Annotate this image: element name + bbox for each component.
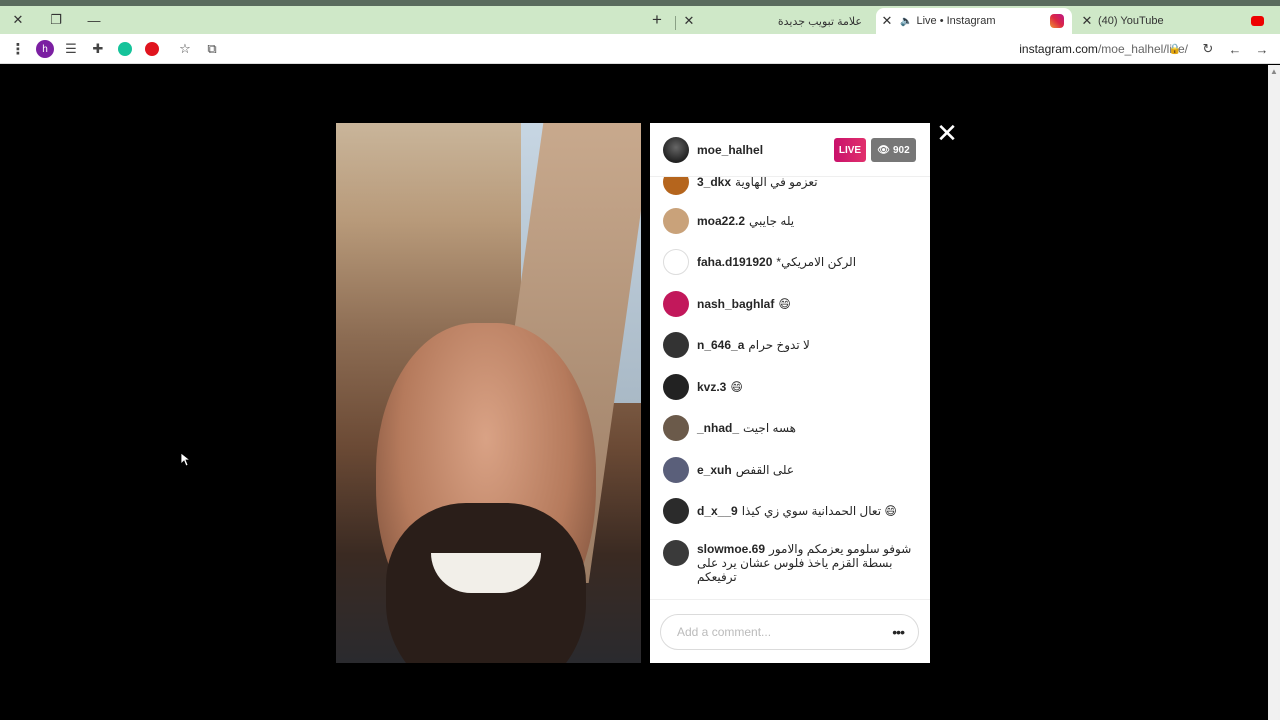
comment-message: تعال الحمدانية سوي زي كيذا 😄 [741,504,897,518]
comment-message: 😄 [730,380,743,394]
tab-bar: ✕ ❐ — + ✕ علامة تبويب جديدة ✕ 🔈 Live • I… [0,6,1280,34]
mouse-cursor-icon [181,453,191,467]
comment-message: هسه اجيت [743,421,796,435]
comment-text: n_646_a لا تدوخ حرام [697,338,912,352]
tab-instagram-live[interactable]: ✕ 🔈 Live • Instagram [876,8,1072,34]
comment-text: nash_baghlaf 😄 [697,297,912,311]
tab-title: (40) YouTube [1098,15,1164,27]
comment-text: kvz.3 😄 [697,380,912,394]
back-arrow-icon[interactable]: ← [1225,39,1245,59]
live-video[interactable] [336,123,641,663]
live-header: moe_halhel LIVE 👁 902 [650,123,930,177]
comment-username[interactable]: e_xuh [697,463,732,477]
tab-title: علامة تبويب جديدة [777,15,862,28]
comment-message: *الركن الامريكي [776,255,857,269]
comment-username[interactable]: d_x__9 [697,504,738,518]
profile-avatar-icon[interactable]: h [35,39,55,59]
comment-text: e_xuh على القفص [697,463,912,477]
host-username[interactable]: moe_halhel [697,143,763,157]
tab-separator [675,16,676,30]
forward-arrow-icon[interactable]: → [1252,39,1272,59]
host-avatar[interactable] [663,137,689,163]
page-scrollbar[interactable]: ▲ [1268,65,1280,720]
close-live-icon[interactable]: ✕ [936,120,958,146]
url-host: instagram.com [1019,42,1098,56]
lock-icon[interactable]: 🔒 [1165,39,1185,59]
bookmark-star-icon[interactable]: ☆ [175,39,195,59]
comment-message: يله جايبي [749,214,795,228]
commenter-avatar[interactable] [663,415,689,441]
opera-adblock-icon[interactable] [142,39,162,59]
comment-username[interactable]: slowmoe.69 [697,542,765,556]
comment-username[interactable]: faha.d191920 [697,255,772,269]
comment-username[interactable]: n_646_a [697,338,744,352]
comment-username[interactable]: nash_baghlaf [697,297,774,311]
media-controls-icon[interactable]: ☰ [61,39,81,59]
comment-message: 😄 [778,297,791,311]
comment-text: moa22.2 يله جايبي [697,214,912,228]
comment-username[interactable]: 3_dkx [697,177,731,189]
eye-icon: 👁 [877,144,890,156]
close-window-icon[interactable]: ✕ [0,6,36,34]
more-options-icon[interactable]: ••• [892,624,905,640]
translate-icon[interactable]: ⧉ [202,39,222,59]
comment-composer: ••• [650,599,930,663]
viewer-count-badge: 👁 902 [871,138,916,162]
extensions-icon[interactable]: ✚ [88,39,108,59]
instagram-favicon-icon [1050,14,1064,28]
comment-text: slowmoe.69 شوفو سلومو يعزمكم والامور بسطة… [697,542,912,584]
comment-username[interactable]: _nhad_ [697,421,739,435]
tab-close-icon[interactable]: ✕ [682,13,696,29]
minimize-window-icon[interactable]: — [76,6,112,34]
comment-message: على القفص [735,463,794,477]
comment-username[interactable]: kvz.3 [697,380,726,394]
viewer-count: 902 [893,144,910,156]
commenter-avatar[interactable] [663,177,689,195]
comment-text: d_x__9 تعال الحمدانية سوي زي كيذا 😄 [697,504,912,518]
restore-window-icon[interactable]: ❐ [38,6,74,34]
address-bar[interactable]: instagram.com/moe_halhel/live/ [1019,42,1188,56]
comment-username[interactable]: moa22.2 [697,214,745,228]
comment-box: ••• [660,614,919,650]
tab-close-icon[interactable]: ✕ [1080,13,1094,29]
new-tab-button[interactable]: + [648,11,666,30]
commenter-avatar[interactable] [663,540,689,566]
commenter-avatar[interactable] [663,249,689,275]
comment-list[interactable]: 3_dkx تعزمو في الهاوية moa22.2 يله جايبي f… [650,177,930,601]
comment-text: 3_dkx تعزمو في الهاوية [697,177,912,189]
commenter-avatar[interactable] [663,498,689,524]
commenter-avatar[interactable] [663,208,689,234]
tab-new-tab[interactable]: ✕ علامة تبويب جديدة [680,8,872,34]
tab-title: Live • Instagram [916,15,996,27]
tab-close-icon[interactable]: ✕ [880,13,894,29]
speaker-icon: 🔈 [900,15,913,27]
comment-text: faha.d191920 *الركن الامريكي [697,255,912,269]
commenter-avatar[interactable] [663,332,689,358]
commenter-avatar[interactable] [663,374,689,400]
browser-toolbar: ⋮ h ☰ ✚ ☆ ⧉ instagram.com/moe_halhel/liv… [0,34,1280,64]
comment-message: تعزمو في الهاوية [735,177,818,189]
comment-text: _nhad_ هسه اجيت [697,421,912,435]
grammarly-icon[interactable] [115,39,135,59]
comment-message: لا تدوخ حرام [748,338,810,352]
menu-kebab-icon[interactable]: ⋮ [8,39,28,59]
tab-youtube[interactable]: ✕ (40) YouTube [1078,8,1268,34]
reload-icon[interactable]: ↻ [1198,39,1218,59]
commenter-avatar[interactable] [663,457,689,483]
commenter-avatar[interactable] [663,291,689,317]
live-badge: LIVE [834,138,866,162]
comment-input[interactable] [677,615,877,649]
live-chat-panel: moe_halhel LIVE 👁 902 3_dkx تعزمو في الها… [650,123,930,663]
youtube-favicon-icon [1251,16,1264,26]
